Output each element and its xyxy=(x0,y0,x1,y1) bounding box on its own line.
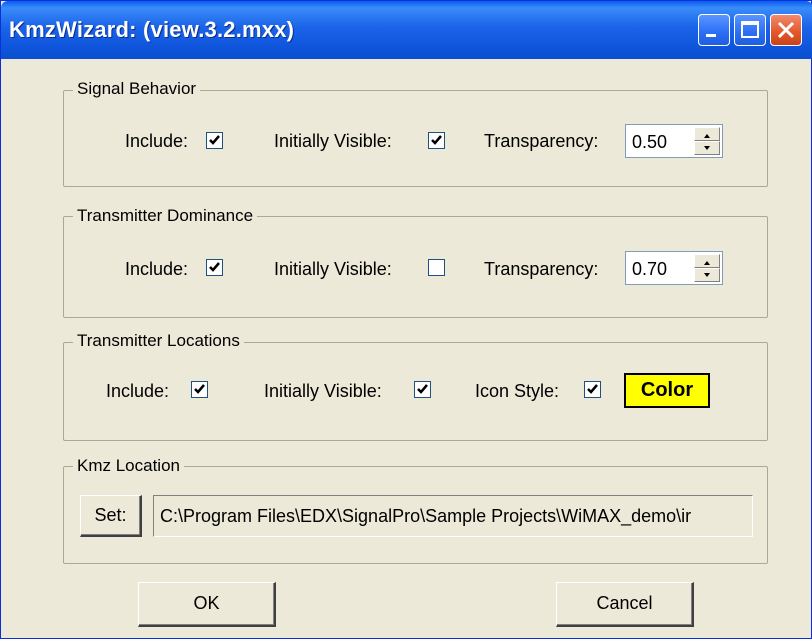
signal-transparency-spinner[interactable]: 0.50 xyxy=(625,124,723,158)
dominance-include-label: Include: xyxy=(125,259,189,279)
spinner-up-button[interactable] xyxy=(694,127,720,141)
locations-icon-style-label: Icon Style: xyxy=(475,381,560,401)
ok-button[interactable]: OK xyxy=(138,582,276,627)
check-icon xyxy=(431,135,442,145)
locations-icon-style-checkbox[interactable] xyxy=(584,381,601,398)
signal-visible-checkbox[interactable] xyxy=(428,132,445,149)
signal-include-checkbox[interactable] xyxy=(206,132,223,149)
check-icon xyxy=(587,384,598,394)
maximize-button[interactable] xyxy=(734,14,766,46)
locations-include-label: Include: xyxy=(106,381,170,401)
check-icon xyxy=(209,135,220,145)
arrow-down-icon xyxy=(704,146,710,150)
dominance-transparency-label: Transparency: xyxy=(484,259,599,279)
locations-include-checkbox[interactable] xyxy=(191,381,208,398)
transmitter-dominance-title: Transmitter Dominance xyxy=(73,206,258,226)
close-button[interactable] xyxy=(770,14,802,46)
signal-visible-label: Initially Visible: xyxy=(274,131,392,151)
window-title: KmzWizard: (view.3.2.mxx) xyxy=(9,17,295,42)
arrow-up-icon xyxy=(704,134,710,138)
arrow-up-icon xyxy=(704,261,710,265)
maximize-icon xyxy=(741,21,759,38)
signal-transparency-value: 0.50 xyxy=(632,132,668,152)
check-icon xyxy=(209,262,220,272)
minimize-button[interactable] xyxy=(698,14,730,46)
locations-visible-label: Initially Visible: xyxy=(264,381,382,401)
minimize-icon xyxy=(706,34,716,37)
locations-visible-checkbox[interactable] xyxy=(414,381,431,398)
dominance-transparency-value: 0.70 xyxy=(632,259,668,279)
kmz-location-title: Kmz Location xyxy=(73,456,184,476)
signal-transparency-label: Transparency: xyxy=(484,131,599,151)
title-bar[interactable]: KmzWizard: (view.3.2.mxx) xyxy=(1,1,812,59)
close-icon xyxy=(777,21,795,39)
check-icon xyxy=(417,384,428,394)
transmitter-locations-title: Transmitter Locations xyxy=(73,331,244,351)
check-icon xyxy=(194,384,205,394)
dominance-visible-label: Initially Visible: xyxy=(274,259,392,279)
arrow-down-icon xyxy=(704,273,710,277)
kmz-path-field[interactable]: C:\Program Files\EDX\SignalPro\Sample Pr… xyxy=(153,495,753,537)
spinner-up-button[interactable] xyxy=(694,254,720,268)
set-button[interactable]: Set: xyxy=(80,495,142,537)
cancel-button[interactable]: Cancel xyxy=(556,582,694,627)
color-button[interactable]: Color xyxy=(624,373,710,408)
signal-include-label: Include: xyxy=(125,131,189,151)
dominance-visible-checkbox[interactable] xyxy=(428,259,445,276)
spinner-down-button[interactable] xyxy=(694,141,720,155)
dominance-include-checkbox[interactable] xyxy=(206,259,223,276)
dominance-transparency-spinner[interactable]: 0.70 xyxy=(625,251,723,285)
signal-behavior-title: Signal Behavior xyxy=(73,79,201,99)
kmz-wizard-window: KmzWizard: (view.3.2.mxx) Signal Behavio… xyxy=(0,0,812,639)
spinner-down-button[interactable] xyxy=(694,268,720,282)
